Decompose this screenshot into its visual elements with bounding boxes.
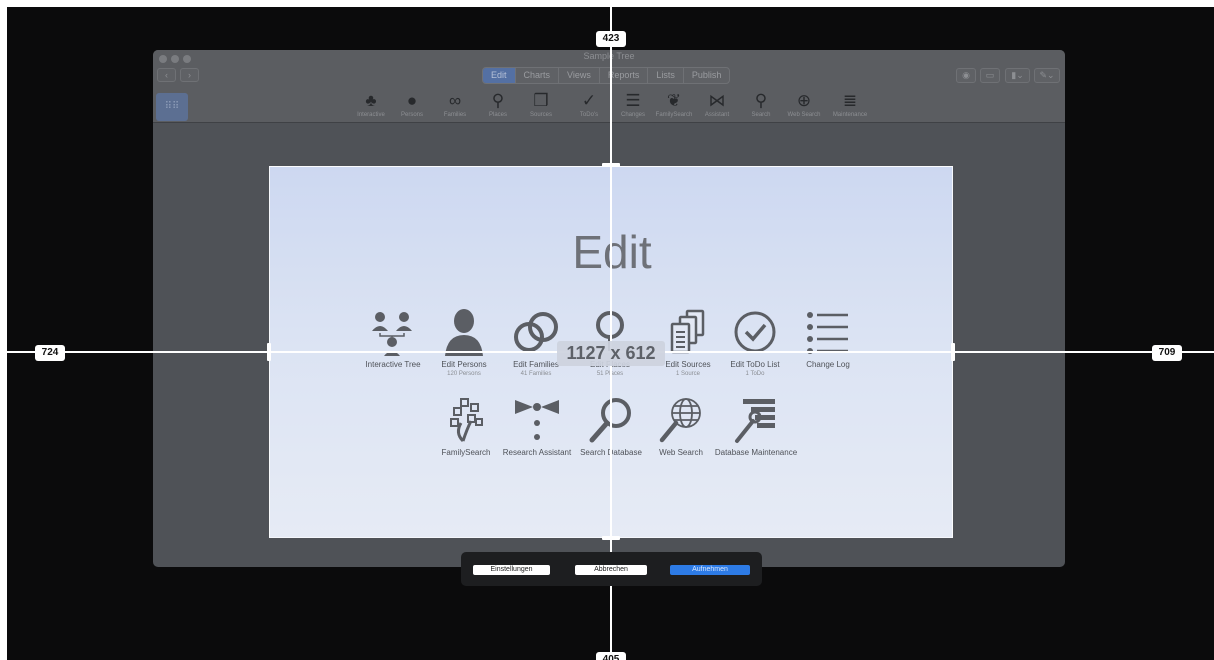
toolbar-label: Families	[443, 112, 467, 118]
tab-lists[interactable]: Lists	[648, 68, 684, 83]
toolbar-area: Sample Tree ‹ › Edit Charts Views Report…	[153, 50, 1065, 123]
toolbar-label: Persons	[400, 112, 423, 118]
list-icon: ☰	[625, 91, 641, 110]
familysearch-tree-icon: ❦	[666, 91, 682, 110]
toolbar-label: Web Search	[787, 112, 821, 118]
resize-handle-top[interactable]	[602, 163, 620, 167]
toolbar-label: Interactive	[357, 112, 385, 118]
toolbar-label: Maintenance	[832, 112, 868, 118]
toolbar-label: Sources	[529, 112, 552, 118]
sync-icon: ◉	[962, 70, 970, 80]
toolbar-label: Search	[751, 112, 771, 118]
toolbar-todos[interactable]: ✓ ToDo's	[566, 91, 612, 119]
toolbar-families[interactable]: ∞ Families	[432, 91, 478, 119]
chevron-right-icon: ›	[188, 70, 191, 80]
toolbar-sources[interactable]: ❒ Sources	[518, 91, 564, 119]
sidebar-icon: ▭	[985, 70, 995, 80]
list-icon	[807, 312, 848, 354]
forward-button[interactable]: ›	[180, 68, 199, 82]
distance-top-label: 423	[596, 31, 626, 47]
screen: Sample Tree ‹ › Edit Charts Views Report…	[0, 0, 1214, 660]
interactive-tree-icon	[372, 312, 412, 356]
capture-action-bar: Einstellungen Abbrechen Aufnehmen	[461, 552, 762, 586]
tab-publish[interactable]: Publish	[684, 68, 730, 83]
toolbar-familysearch[interactable]: ❦ FamilySearch	[651, 91, 697, 119]
tag-menu-button[interactable]: ✎⌄	[1034, 68, 1060, 83]
toolbar-places[interactable]: ⚲ Places	[475, 91, 521, 119]
grid-view-button[interactable]: ⠿⠿	[156, 93, 188, 121]
grid-icon: ⠿⠿	[164, 101, 180, 112]
checkmark-icon	[734, 311, 776, 353]
globe-search-icon	[659, 398, 701, 443]
resize-handle-right[interactable]	[951, 343, 955, 361]
item-label: Change Log	[806, 360, 850, 369]
change-log-item[interactable]: Change Log	[783, 307, 873, 370]
person-icon	[445, 309, 483, 356]
database-maintenance-item[interactable]: Database Maintenance	[711, 395, 801, 458]
distance-bottom-label: 405	[596, 652, 626, 660]
toolbar-label: FamilySearch	[655, 112, 693, 118]
tag-icon: ✎⌄	[1039, 70, 1055, 80]
toolbar-maintenance[interactable]: ≣ Maintenance	[827, 91, 873, 119]
cancel-button[interactable]: Abbrechen	[575, 565, 647, 575]
left-edge	[0, 0, 7, 660]
rings-icon: ∞	[448, 91, 462, 110]
toolbar-changes[interactable]: ☰ Changes	[610, 91, 656, 119]
window-title: Sample Tree	[583, 51, 635, 61]
back-button[interactable]: ‹	[157, 68, 176, 82]
toolbar-label: Changes	[620, 112, 646, 118]
record-button[interactable]: Aufnehmen	[670, 565, 750, 575]
globe-search-icon: ⊕	[796, 91, 812, 110]
person-icon: ●	[406, 91, 418, 110]
toolbar-label: Assistant	[704, 112, 730, 118]
interactive-tree-icon: ♣	[365, 91, 377, 110]
sidebar-toggle-button[interactable]: ▭	[980, 68, 1000, 83]
toolbar-label: Places	[488, 112, 507, 118]
documents-icon: ❒	[533, 91, 549, 110]
item-count: 1 ToDo	[745, 371, 765, 377]
toolbar-web-search[interactable]: ⊕ Web Search	[781, 91, 827, 119]
rings-icon	[514, 312, 558, 352]
maintenance-icon	[735, 399, 775, 443]
bookmark-menu-button[interactable]: ▮⌄	[1005, 68, 1030, 83]
familysearch-tree-icon	[450, 398, 483, 443]
resize-handle-bottom[interactable]	[602, 536, 620, 540]
settings-button[interactable]: Einstellungen	[473, 565, 550, 575]
pin-icon: ⚲	[491, 91, 505, 110]
chevron-left-icon: ‹	[165, 70, 168, 80]
main-tabs: Edit Charts Views Reports Lists Publish	[482, 67, 731, 84]
selection-size-readout: 1127 x 612	[557, 341, 665, 366]
edit-panel-title: Edit	[572, 226, 652, 278]
checkmark-icon: ✓	[581, 91, 597, 110]
maintenance-icon: ≣	[842, 91, 858, 110]
tab-views[interactable]: Views	[559, 68, 600, 83]
distance-right-label: 709	[1152, 345, 1182, 361]
bowtie-icon	[515, 400, 559, 440]
resize-handle-left[interactable]	[267, 343, 271, 361]
toolbar-interactive[interactable]: ♣ Interactive	[348, 91, 394, 119]
sync-button[interactable]: ◉	[956, 68, 976, 83]
bookmark-icon: ▮⌄	[1011, 70, 1024, 80]
tab-edit[interactable]: Edit	[483, 68, 516, 83]
tab-charts[interactable]: Charts	[516, 68, 560, 83]
toolbar-label: ToDo's	[579, 112, 599, 118]
toolbar-assistant[interactable]: ⋈ Assistant	[694, 91, 740, 119]
documents-icon	[670, 309, 705, 354]
top-edge	[0, 0, 1214, 7]
toolbar-persons[interactable]: ● Persons	[389, 91, 435, 119]
item-label: Database Maintenance	[714, 448, 798, 457]
toolbar-search[interactable]: ⚲ Search	[738, 91, 784, 119]
tab-reports[interactable]: Reports	[600, 68, 649, 83]
distance-left-label: 724	[35, 345, 65, 361]
bowtie-icon: ⋈	[708, 91, 726, 110]
magnifier-icon: ⚲	[754, 91, 768, 110]
